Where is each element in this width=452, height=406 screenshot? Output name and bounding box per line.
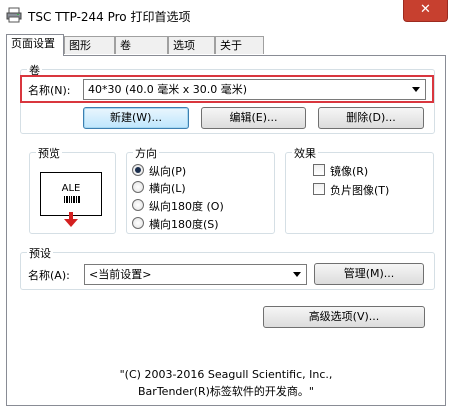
orientation-landscape-label: 横向(L): [149, 182, 186, 195]
preview-group-label: 预览: [36, 145, 62, 161]
radio-unselected[interactable]: [132, 181, 144, 193]
tab-about[interactable]: 关于: [215, 36, 264, 54]
tab-graphics[interactable]: 图形: [64, 36, 115, 54]
mirror-label: 镜像(R): [330, 165, 369, 178]
mirror-checkbox[interactable]: [313, 164, 325, 176]
manage-button[interactable]: 管理(M)...: [314, 263, 424, 285]
title-bar: TSC TTP-244 Pro 打印首选项 ✕: [0, 0, 452, 32]
tab-options[interactable]: 选项: [168, 36, 215, 54]
orientation-portrait-label: 纵向(P): [149, 165, 187, 178]
orientation-portrait-180-label: 纵向180度 (O): [149, 200, 224, 213]
tab-page-setup[interactable]: 页面设置: [6, 34, 64, 56]
window-title: TSC TTP-244 Pro 打印首选项: [28, 10, 191, 24]
chevron-down-icon: [293, 272, 301, 277]
feed-direction-arrow-icon: [64, 212, 78, 227]
edit-button[interactable]: 编辑(E)...: [201, 107, 306, 129]
radio-selected[interactable]: [132, 164, 144, 176]
close-icon: ✕: [420, 2, 431, 17]
preset-name-label: 名称(A):: [28, 269, 70, 282]
advanced-options-button[interactable]: 高级选项(V)...: [263, 306, 425, 328]
printer-icon: [6, 7, 22, 23]
close-button[interactable]: ✕: [403, 0, 448, 22]
copyright-line-1: "(C) 2003-2016 Seagull Scientific, Inc.,: [119, 368, 333, 381]
preset-name-select[interactable]: <当前设置>: [84, 264, 307, 285]
effects-group-label: 效果: [292, 145, 318, 161]
negative-label: 负片图像(T): [330, 184, 390, 197]
orientation-landscape-180-label: 横向180度(S): [149, 218, 219, 231]
radio-unselected[interactable]: [132, 217, 144, 229]
roll-name-label: 名称(N):: [28, 84, 71, 97]
orientation-group-label: 方向: [133, 145, 159, 161]
presets-group-label: 预设: [27, 245, 53, 261]
delete-button[interactable]: 删除(D)...: [318, 107, 424, 129]
chevron-down-icon: [412, 87, 420, 92]
copyright-line-2: BarTender(R)标签软件的开发商。": [138, 385, 314, 398]
radio-unselected[interactable]: [132, 199, 144, 211]
new-button[interactable]: 新建(W)...: [83, 107, 189, 129]
preset-name-value: <当前设置>: [89, 268, 152, 281]
negative-checkbox[interactable]: [313, 183, 325, 195]
preview-sample-text: ALE: [61, 183, 81, 194]
barcode-icon: [64, 196, 80, 203]
roll-name-value: 40*30 (40.0 毫米 x 30.0 毫米): [88, 83, 248, 96]
tab-roll[interactable]: 卷: [115, 36, 168, 54]
roll-name-select[interactable]: 40*30 (40.0 毫米 x 30.0 毫米): [83, 79, 426, 100]
label-preview: ALE: [40, 172, 102, 216]
